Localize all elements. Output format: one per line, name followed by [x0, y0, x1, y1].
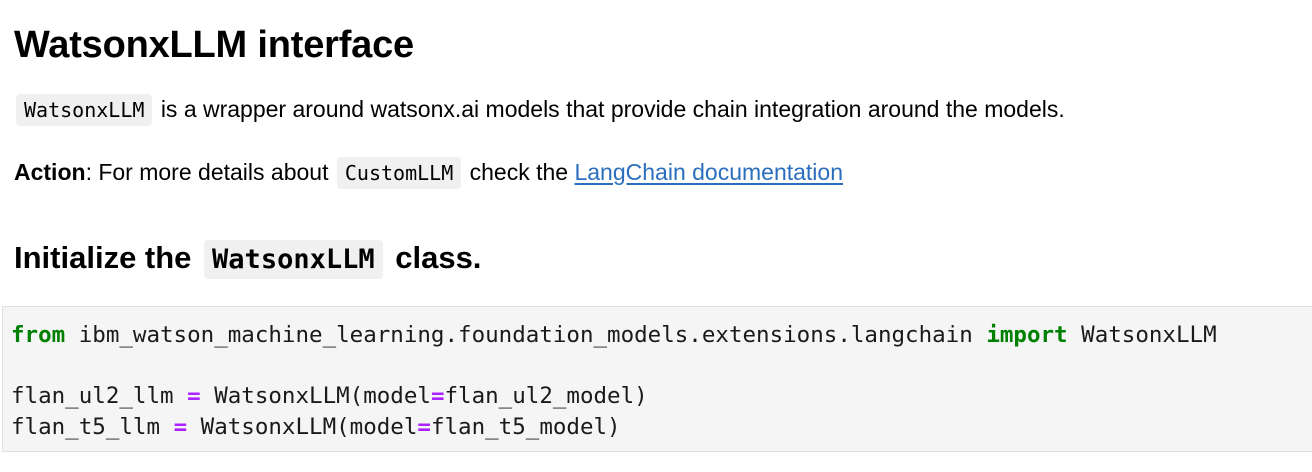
section-heading: Initialize the WatsonxLLM class.	[14, 234, 481, 284]
code-line-import: from ibm_watson_machine_learning.foundat…	[11, 320, 1217, 350]
constructor-call: WatsonxLLM(model	[187, 414, 418, 440]
action-text-before: For more details about	[98, 159, 329, 185]
assign-operator: =	[187, 383, 201, 409]
assign-operator: =	[173, 414, 188, 440]
code-cell[interactable]: from ibm_watson_machine_learning.foundat…	[2, 306, 1312, 452]
module-path: ibm_watson_machine_learning.foundation_m…	[65, 322, 987, 348]
intro-paragraph: WatsonxLLM is a wrapper around watsonx.a…	[14, 92, 1065, 127]
code-line-flan-t5: flan_t5_llm = WatsonxLLM(model=flan_t5_m…	[11, 412, 621, 442]
langchain-documentation-link[interactable]: LangChain documentation	[574, 159, 843, 185]
keyword-from: from	[11, 322, 66, 348]
action-paragraph: Action: For more details about CustomLLM…	[14, 155, 843, 190]
inline-code-watsonxllm: WatsonxLLM	[16, 94, 153, 126]
keyword-import: import	[986, 322, 1068, 348]
inline-code-customllm: CustomLLM	[336, 157, 462, 189]
variable-name: flan_ul2_llm	[11, 383, 188, 409]
kwarg-operator: =	[417, 414, 431, 440]
constructor-call: WatsonxLLM(model	[200, 383, 431, 409]
section-prefix: Initialize the	[14, 240, 192, 275]
heading-code-watsonxllm: WatsonxLLM	[204, 240, 383, 279]
variable-name: flan_t5_llm	[11, 414, 174, 440]
argument-value: flan_ul2_model)	[444, 383, 648, 409]
intro-text: is a wrapper around watsonx.ai models th…	[160, 96, 1065, 122]
page-title: WatsonxLLM interface	[14, 24, 414, 66]
notebook-markdown-cell: WatsonxLLM interface WatsonxLLM is a wra…	[0, 0, 1312, 472]
action-text-after: check the	[469, 159, 569, 185]
imported-name: WatsonxLLM	[1067, 322, 1217, 348]
section-suffix: class.	[395, 240, 482, 275]
argument-value: flan_t5_model)	[430, 414, 621, 440]
action-colon: :	[85, 159, 92, 185]
kwarg-operator: =	[430, 383, 445, 409]
code-line-flan-ul2: flan_ul2_llm = WatsonxLLM(model=flan_ul2…	[11, 381, 648, 411]
action-label: Action	[14, 159, 86, 185]
